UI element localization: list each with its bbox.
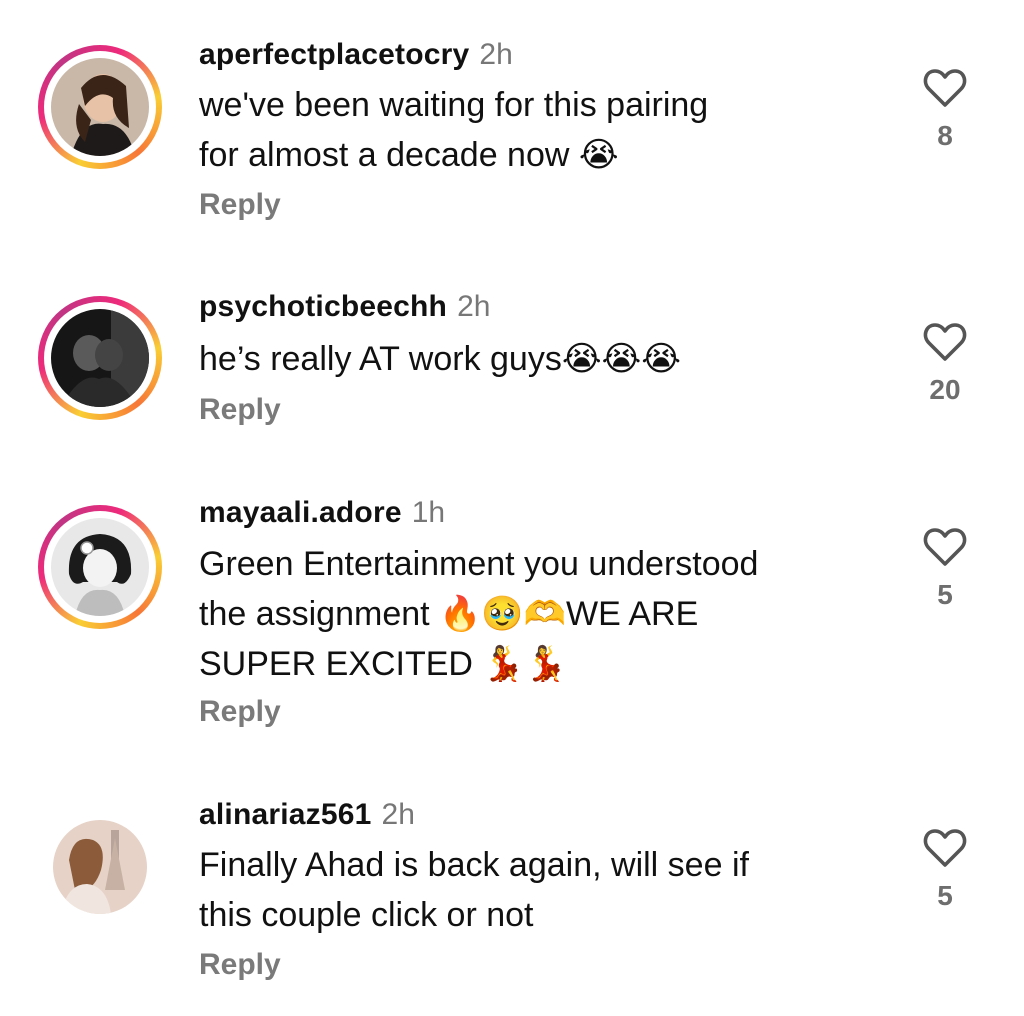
like-button[interactable]: 8 (910, 68, 980, 152)
comment-text: he’s really AT work guys😭😭😭 (199, 340, 682, 378)
avatar-story-ring[interactable] (38, 45, 162, 169)
timestamp: 1h (411, 496, 446, 529)
like-button[interactable]: 5 (910, 527, 980, 611)
username[interactable]: alinariaz561 (199, 798, 372, 831)
comment-text: Green Entertainment you understood the a… (199, 545, 759, 683)
username[interactable]: psychoticbeechh (199, 290, 447, 323)
like-count: 8 (937, 120, 953, 151)
reply-button[interactable]: Reply (199, 188, 281, 222)
like-button[interactable]: 5 (910, 828, 980, 912)
username[interactable]: aperfectplacetocry (199, 38, 469, 71)
reply-button[interactable]: Reply (199, 393, 281, 427)
comment-text: we've been waiting for this pairing for … (199, 86, 709, 174)
like-button[interactable]: 20 (910, 322, 980, 406)
username[interactable]: mayaali.adore (199, 496, 402, 529)
avatar-story-ring[interactable] (38, 296, 162, 420)
like-count: 5 (937, 880, 953, 911)
timestamp: 2h (479, 38, 513, 71)
heart-outline-icon (923, 69, 967, 107)
heart-outline-icon (923, 323, 967, 361)
comment-text: Finally Ahad is back again, will see if … (199, 846, 749, 934)
like-count: 5 (937, 579, 953, 610)
avatar-story-ring[interactable] (38, 505, 162, 629)
timestamp: 2h (457, 290, 491, 323)
avatar (51, 518, 149, 616)
avatar (51, 58, 149, 156)
avatar (51, 309, 149, 407)
reply-button[interactable]: Reply (199, 948, 281, 982)
timestamp: 2h (381, 798, 415, 831)
avatar[interactable] (53, 820, 147, 914)
reply-button[interactable]: Reply (199, 695, 281, 729)
heart-outline-icon (923, 528, 967, 566)
heart-outline-icon (923, 829, 967, 867)
like-count: 20 (929, 374, 961, 405)
